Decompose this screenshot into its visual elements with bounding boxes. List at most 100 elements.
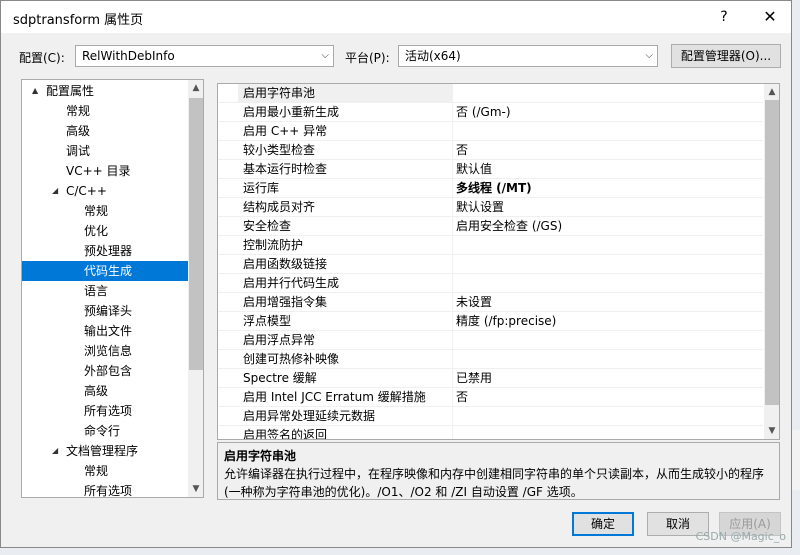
tree-item[interactable]: 输出文件 bbox=[22, 321, 188, 341]
tree-item[interactable]: 常规 bbox=[22, 201, 188, 221]
property-name: 启用字符串池 bbox=[243, 86, 316, 100]
tree-item[interactable]: 预编译头 bbox=[22, 301, 188, 321]
tree-item-label: 代码生成 bbox=[84, 264, 133, 278]
description-panel: 启用字符串池 允许编译器在执行过程中，在程序映像和内存中创建相同字符串的单个只读… bbox=[217, 442, 780, 500]
tree-item-label: 常规 bbox=[66, 104, 91, 118]
expand-arrow-icon[interactable]: ▲ bbox=[32, 81, 38, 101]
property-row[interactable]: 浮点模型 精度 (/fp:precise) bbox=[218, 312, 763, 331]
property-name: 基本运行时检查 bbox=[243, 162, 328, 176]
tree-item[interactable]: 命令行 bbox=[22, 421, 188, 441]
column-divider bbox=[452, 274, 453, 293]
scroll-thumb[interactable] bbox=[189, 98, 203, 370]
property-name: 启用签名的返回 bbox=[243, 428, 328, 440]
property-value[interactable]: 否 (/Gm-) bbox=[456, 103, 511, 121]
tree-item-label: 常规 bbox=[84, 204, 109, 218]
config-label: 配置(C): bbox=[19, 51, 65, 65]
property-value[interactable]: 精度 (/fp:precise) bbox=[456, 312, 556, 330]
property-value[interactable]: 已禁用 bbox=[456, 369, 492, 387]
property-value[interactable]: 启用安全检查 (/GS) bbox=[456, 217, 562, 235]
scroll-up-icon[interactable]: ▲ bbox=[764, 84, 779, 100]
property-row[interactable]: 运行库 多线程 (/MT) bbox=[218, 179, 763, 198]
property-row[interactable]: 创建可热修补映像 bbox=[218, 350, 763, 369]
property-row[interactable]: 启用异常处理延续元数据 bbox=[218, 407, 763, 426]
close-button[interactable]: ✕ bbox=[755, 6, 785, 28]
tree-item[interactable]: 高级 bbox=[22, 121, 188, 141]
description-text: 允许编译器在执行过程中，在程序映像和内存中创建相同字符串的单个只读副本，从而生成… bbox=[224, 467, 765, 499]
property-row[interactable]: 基本运行时检查 默认值 bbox=[218, 160, 763, 179]
tree-item[interactable]: 浏览信息 bbox=[22, 341, 188, 361]
tree-item[interactable]: 常规 bbox=[22, 101, 188, 121]
property-row[interactable]: 启用字符串池 bbox=[218, 84, 763, 103]
tree-item[interactable]: 外部包含 bbox=[22, 361, 188, 381]
tree-item[interactable]: ◢ C/C++ bbox=[22, 181, 188, 201]
tree-item[interactable]: VC++ 目录 bbox=[22, 161, 188, 181]
property-name: 启用并行代码生成 bbox=[243, 276, 340, 290]
property-row[interactable]: 控制流防护 bbox=[218, 236, 763, 255]
config-manager-button[interactable]: 配置管理器(O)... bbox=[671, 44, 781, 68]
property-name: Spectre 缓解 bbox=[243, 371, 317, 385]
tree-item[interactable]: 语言 bbox=[22, 281, 188, 301]
ok-button[interactable]: 确定 bbox=[572, 512, 634, 536]
tree-item[interactable]: 高级 bbox=[22, 381, 188, 401]
tree-item[interactable]: 代码生成 bbox=[22, 261, 188, 281]
property-name: 浮点模型 bbox=[243, 314, 292, 328]
property-row[interactable]: 启用浮点异常 bbox=[218, 331, 763, 350]
property-value[interactable]: 多线程 (/MT) bbox=[456, 179, 532, 197]
scroll-down-icon[interactable]: ▼ bbox=[188, 481, 203, 497]
column-divider bbox=[452, 236, 453, 255]
property-value[interactable]: 否 bbox=[456, 388, 468, 406]
tree-item-label: 所有选项 bbox=[84, 484, 133, 498]
property-row[interactable]: 启用最小重新生成 否 (/Gm-) bbox=[218, 103, 763, 122]
column-divider bbox=[452, 179, 453, 198]
property-row[interactable]: 安全检查 启用安全检查 (/GS) bbox=[218, 217, 763, 236]
property-row[interactable]: 启用增强指令集 未设置 bbox=[218, 293, 763, 312]
property-row[interactable]: 启用 C++ 异常 bbox=[218, 122, 763, 141]
platform-dropdown[interactable]: 活动(x64) ⌵ bbox=[398, 45, 658, 67]
property-name: 启用 C++ 异常 bbox=[243, 124, 328, 138]
help-button[interactable]: ? bbox=[713, 6, 735, 28]
property-value[interactable]: 否 bbox=[456, 141, 468, 159]
property-row[interactable]: 启用并行代码生成 bbox=[218, 274, 763, 293]
chevron-down-icon: ⌵ bbox=[645, 50, 653, 61]
tree-scrollbar[interactable]: ▲ ▼ bbox=[188, 80, 203, 497]
tree-item[interactable]: 调试 bbox=[22, 141, 188, 161]
tree-item-label: VC++ 目录 bbox=[66, 164, 131, 178]
property-name: 创建可热修补映像 bbox=[243, 352, 340, 366]
tree-item[interactable]: 所有选项 bbox=[22, 481, 188, 498]
property-name: 较小类型检查 bbox=[243, 143, 316, 157]
platform-value: 活动(x64) bbox=[405, 49, 461, 63]
config-value: RelWithDebInfo bbox=[82, 49, 175, 63]
tree-item[interactable]: 所有选项 bbox=[22, 401, 188, 421]
chevron-down-icon: ⌵ bbox=[321, 50, 329, 61]
scroll-up-icon[interactable]: ▲ bbox=[188, 80, 203, 96]
scroll-thumb[interactable] bbox=[765, 100, 779, 405]
property-row[interactable]: 启用函数级链接 bbox=[218, 255, 763, 274]
property-name: 控制流防护 bbox=[243, 238, 304, 252]
tree-item[interactable]: ▲ 配置属性 bbox=[22, 81, 188, 101]
property-row[interactable]: 结构成员对齐 默认设置 bbox=[218, 198, 763, 217]
column-divider bbox=[452, 293, 453, 312]
property-value[interactable]: 未设置 bbox=[456, 293, 492, 311]
tree-item-label: 调试 bbox=[66, 144, 91, 158]
tree-item-label: 文档管理程序 bbox=[66, 444, 139, 458]
property-row[interactable]: 较小类型检查 否 bbox=[218, 141, 763, 160]
property-row[interactable]: 启用签名的返回 bbox=[218, 426, 763, 440]
property-name: 启用函数级链接 bbox=[243, 257, 328, 271]
tree-item[interactable]: 常规 bbox=[22, 461, 188, 481]
expand-arrow-icon[interactable]: ◢ bbox=[52, 441, 58, 461]
property-name: 启用增强指令集 bbox=[243, 295, 328, 309]
tree-item[interactable]: ◢ 文档管理程序 bbox=[22, 441, 188, 461]
property-row[interactable]: Spectre 缓解 已禁用 bbox=[218, 369, 763, 388]
column-divider bbox=[452, 331, 453, 350]
tree-item-label: C/C++ bbox=[66, 184, 107, 198]
expand-arrow-icon[interactable]: ◢ bbox=[52, 181, 58, 201]
scroll-down-icon[interactable]: ▼ bbox=[764, 423, 779, 439]
property-row[interactable]: 启用 Intel JCC Erratum 缓解措施 否 bbox=[218, 388, 763, 407]
config-dropdown[interactable]: RelWithDebInfo ⌵ bbox=[75, 45, 334, 67]
tree-item[interactable]: 预处理器 bbox=[22, 241, 188, 261]
property-value[interactable]: 默认设置 bbox=[456, 198, 504, 216]
tree-item-label: 语言 bbox=[84, 284, 109, 298]
grid-scrollbar[interactable]: ▲ ▼ bbox=[764, 84, 779, 439]
tree-item[interactable]: 优化 bbox=[22, 221, 188, 241]
property-value[interactable]: 默认值 bbox=[456, 160, 492, 178]
